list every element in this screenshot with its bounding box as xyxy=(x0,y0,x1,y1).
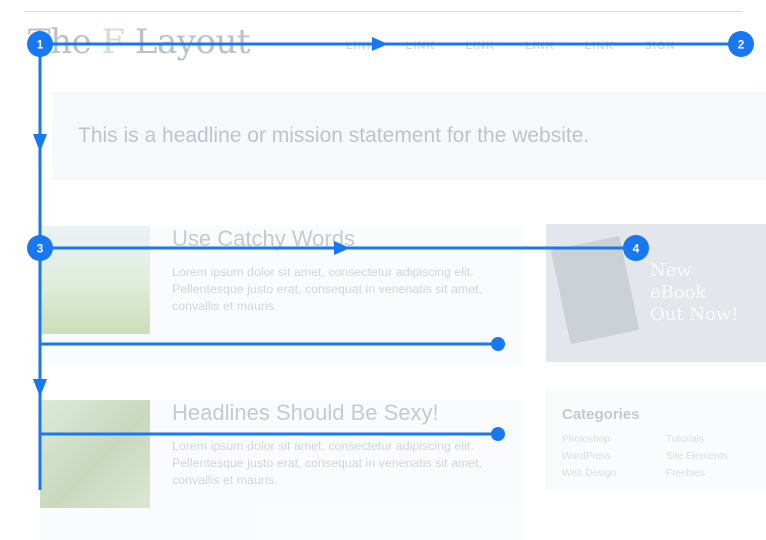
arrow-right-icon xyxy=(372,37,388,51)
badge-label: 1 xyxy=(37,38,44,52)
line-end-dot xyxy=(491,337,505,351)
f-pattern-overlay: 1 2 3 4 xyxy=(27,31,754,490)
line-end-dot xyxy=(491,427,505,441)
badge-1: 1 xyxy=(27,31,53,57)
badge-label: 4 xyxy=(633,242,640,256)
arrow-right-icon xyxy=(334,241,350,255)
badge-2: 2 xyxy=(728,31,754,57)
badge-3: 3 xyxy=(27,235,53,261)
arrow-down-icon xyxy=(33,379,47,397)
arrow-down-icon xyxy=(33,134,47,152)
badge-4: 4 xyxy=(623,235,649,261)
badge-label: 3 xyxy=(37,242,44,256)
badge-label: 2 xyxy=(738,38,745,52)
